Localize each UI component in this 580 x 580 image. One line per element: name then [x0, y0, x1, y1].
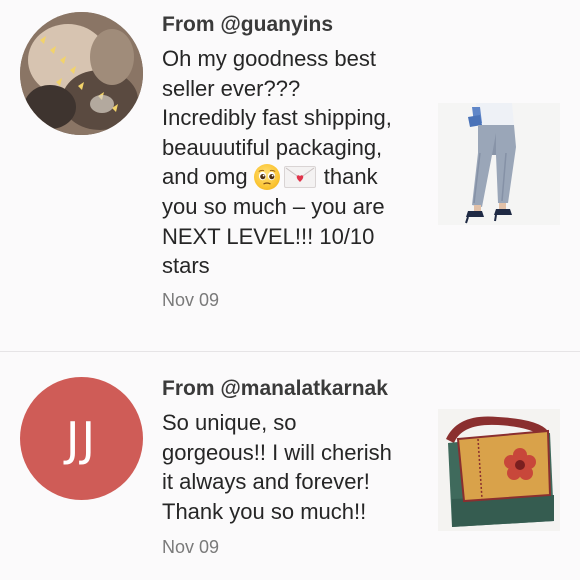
review-date: Nov 09 — [162, 290, 220, 310]
gray-jeans-photo-icon — [438, 103, 560, 225]
review-text-line: Oh my goodness best — [162, 46, 377, 71]
love-letter-icon — [283, 165, 316, 188]
pleading-face-icon — [253, 163, 280, 190]
review-text-line: gorgeous!! I will cherish — [162, 439, 392, 465]
review-text-line: stars — [162, 253, 210, 279]
review-text-line: NEXT LEVEL!!! 10/10 — [162, 223, 375, 249]
user-avatar[interactable]: JJ — [20, 377, 143, 500]
review-photo-thumbnail[interactable] — [438, 103, 560, 225]
review-photo-thumbnail[interactable] — [438, 409, 560, 531]
review-item: JJ From @manalatkarnak So unique, so gor… — [0, 353, 580, 580]
review-date: Nov 09 — [162, 537, 220, 557]
review-text-line: you so much – you are — [162, 193, 385, 219]
review-text-line: Incredibly fast shipping, — [162, 105, 392, 131]
review-text-fragment: thank — [323, 164, 378, 190]
review-text-line: it always and forever! — [162, 469, 370, 495]
review-item: From @guanyins Oh my goodness best selle… — [0, 0, 580, 352]
crossbody-bag-photo-icon — [438, 409, 560, 531]
review-text-line: beauuutiful packaging, — [162, 134, 383, 160]
avatar-initials: JJ — [65, 411, 98, 466]
review-text: Oh my goodness best seller ever??? Incre… — [162, 44, 424, 281]
review-username[interactable]: From @guanyins — [162, 13, 333, 37]
review-text-line: seller ever??? — [162, 75, 301, 101]
review-username[interactable]: From @manalatkarnak — [162, 377, 388, 401]
review-text: So unique, so gorgeous!! I will cherish … — [162, 408, 424, 526]
user-photo-avatar-icon — [20, 12, 143, 135]
review-text-line-emoji: and omg thank — [162, 162, 424, 192]
review-divider — [0, 351, 580, 352]
review-text-line: So unique, so — [162, 410, 297, 435]
review-text-line: Thank you so much!! — [162, 498, 367, 524]
review-text-fragment: and omg — [162, 164, 248, 190]
user-avatar[interactable] — [20, 12, 143, 135]
